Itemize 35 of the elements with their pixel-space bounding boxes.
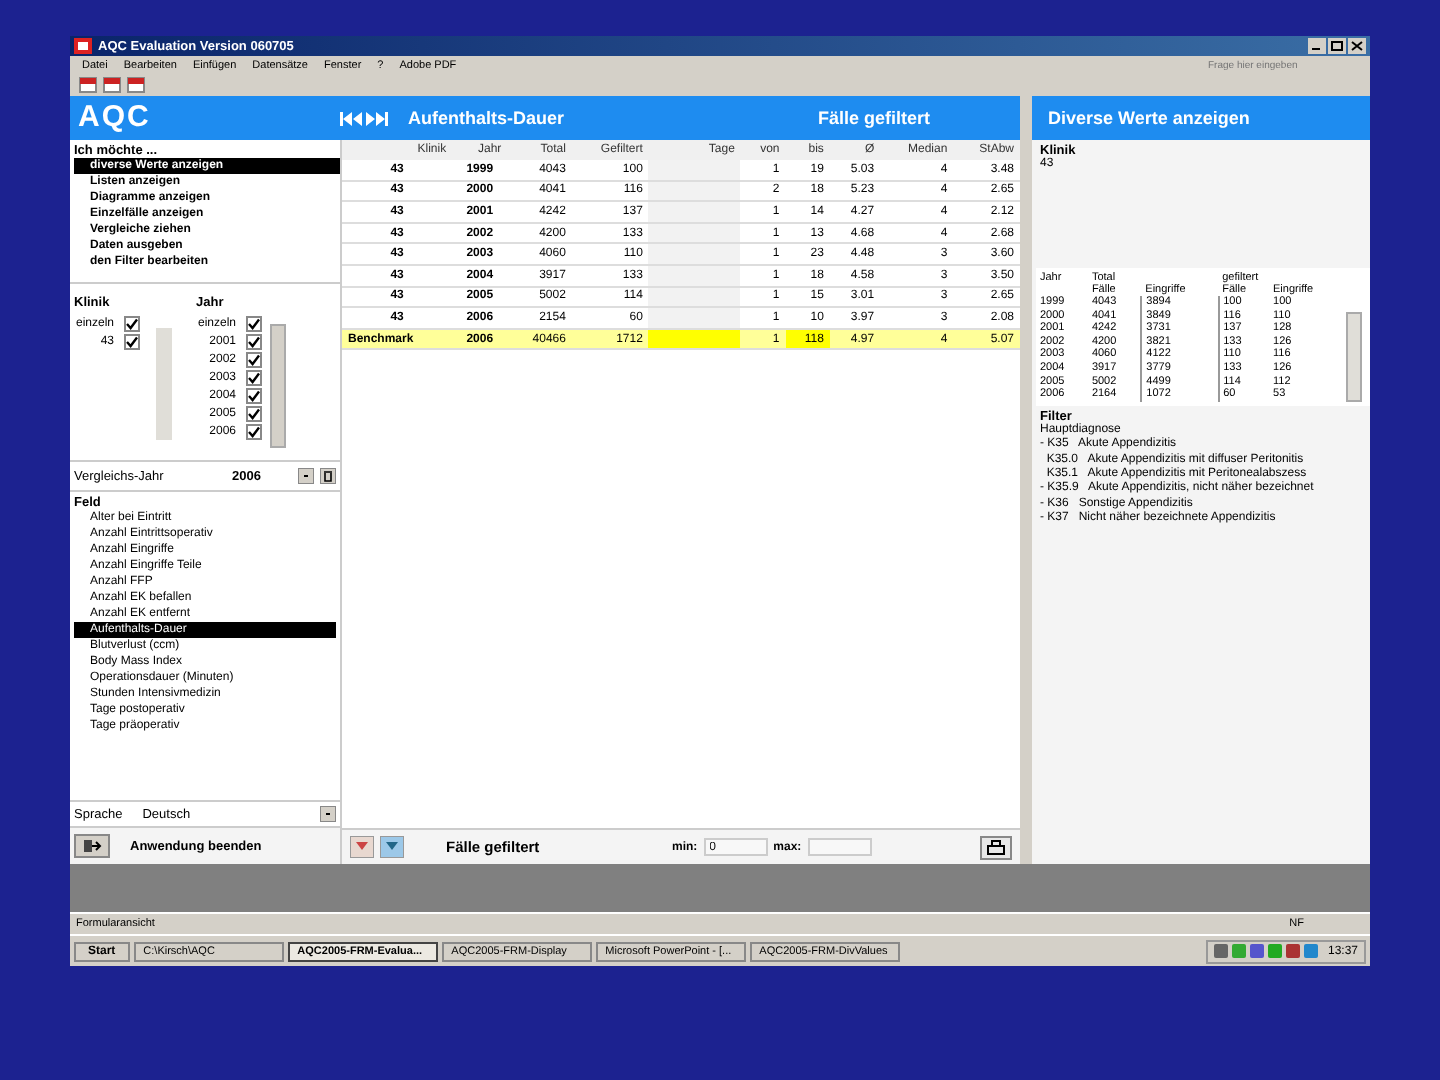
print-icon	[986, 839, 1006, 855]
maximize-icon[interactable]	[1328, 38, 1346, 54]
checkbox[interactable]	[124, 316, 140, 332]
close-icon[interactable]	[1348, 38, 1366, 54]
exit-button[interactable]	[74, 834, 110, 858]
toolbar-icon[interactable]	[126, 76, 146, 94]
checkbox[interactable]	[246, 370, 262, 386]
minimize-icon[interactable]	[1308, 38, 1326, 54]
checkbox[interactable]	[124, 334, 140, 350]
filter-title: Fälle gefiltert	[817, 108, 930, 128]
toolbar-icon[interactable]	[102, 76, 122, 94]
checkbox[interactable]	[246, 424, 262, 440]
filter-icon[interactable]	[350, 836, 374, 858]
scrollbar[interactable]	[1346, 312, 1362, 402]
first-record-icon[interactable]	[340, 111, 362, 125]
checkbox[interactable]	[246, 316, 262, 332]
scrollbar[interactable]	[156, 328, 172, 440]
trash-icon[interactable]	[320, 468, 336, 484]
exit-icon	[82, 838, 102, 854]
field-title: Aufenthalts-Dauer	[408, 108, 565, 128]
app-icon	[74, 38, 92, 54]
checkbox[interactable]	[246, 352, 262, 368]
dropdown-icon[interactable]	[298, 468, 314, 484]
checkbox[interactable]	[246, 334, 262, 350]
logo: AQC	[70, 96, 340, 140]
checkbox[interactable]	[246, 406, 262, 422]
filter-icon[interactable]	[380, 836, 404, 858]
toolbar-icon[interactable]	[78, 76, 98, 94]
scrollbar[interactable]	[270, 324, 286, 448]
checkbox[interactable]	[246, 388, 262, 404]
panel-title: Diverse Werte anzeigen	[1020, 96, 1370, 140]
last-record-icon[interactable]	[366, 111, 388, 125]
dropdown-icon[interactable]	[320, 806, 336, 822]
max-field[interactable]	[807, 838, 872, 856]
print-button[interactable]	[980, 835, 1012, 859]
